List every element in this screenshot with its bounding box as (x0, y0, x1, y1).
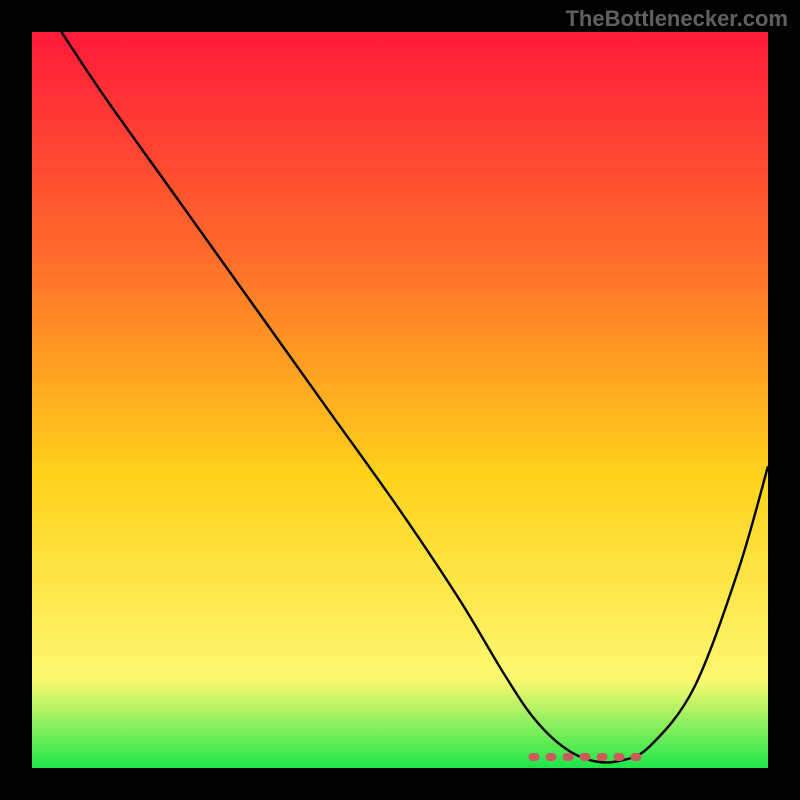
attribution-label: TheBottlenecker.com (565, 6, 788, 32)
gradient-background (32, 32, 768, 768)
bottleneck-chart (32, 32, 768, 768)
plot-area (32, 32, 768, 768)
chart-frame: TheBottlenecker.com (0, 0, 800, 800)
